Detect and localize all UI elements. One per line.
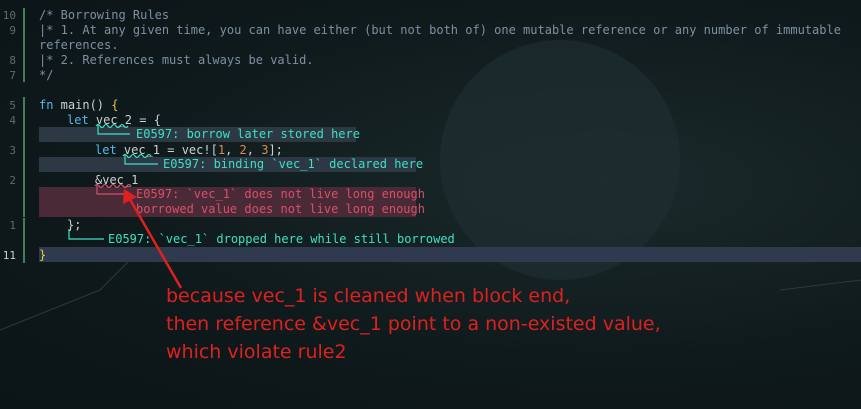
diagnostic-connectors (68, 123, 183, 289)
annotation-line-1: because vec_1 is cleaned when block end, (166, 285, 571, 307)
annotation-line-3: which violate rule2 (166, 341, 347, 363)
annotation-arrow-line (126, 195, 183, 289)
code-editor[interactable]: 10 9 8 7 5 4 3 2 1 11 /* Borrowing Rules… (0, 0, 861, 409)
annotation-line-2: then reference &vec_1 point to a non-exi… (166, 313, 661, 335)
